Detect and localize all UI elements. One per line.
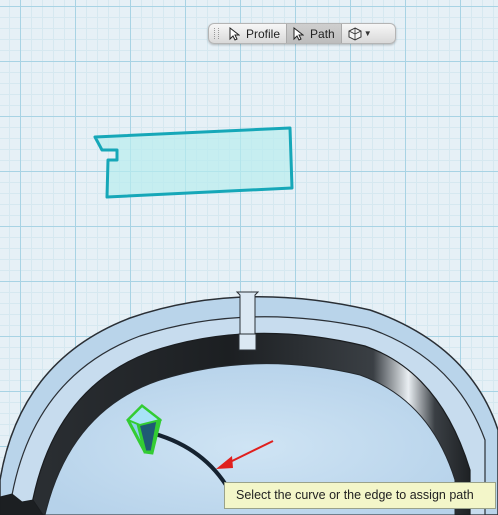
chevron-down-icon: ▼ (363, 29, 372, 38)
hint-tooltip: Select the curve or the edge to assign p… (224, 482, 496, 509)
view-cube-icon (348, 26, 362, 41)
profile-button[interactable]: Profile (223, 24, 286, 43)
path-button[interactable]: Path (287, 24, 341, 43)
3d-scene[interactable] (0, 0, 498, 515)
arrow-cursor-icon (229, 26, 240, 41)
path-button-label: Path (310, 26, 335, 41)
view-options-dropdown[interactable]: ▼ (342, 24, 378, 43)
profile-button-label: Profile (246, 26, 281, 41)
path-selection-toolbar: Profile Path ▼ (208, 23, 396, 44)
toolbar-grip[interactable] (209, 24, 223, 43)
rim-notch (235, 291, 260, 336)
arrow-cursor-icon (293, 26, 305, 41)
sketch-profile-shape[interactable] (93, 126, 294, 199)
3d-viewport[interactable] (0, 0, 498, 515)
notch-block (238, 333, 257, 351)
